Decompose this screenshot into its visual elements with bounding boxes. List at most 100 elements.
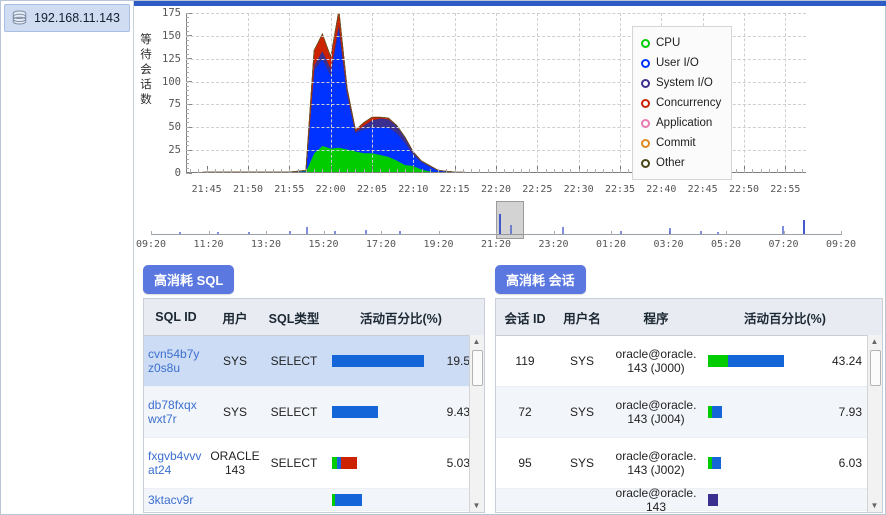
legend-label: Concurrency — [656, 97, 722, 109]
x-tick-label: 22:50 — [728, 184, 760, 195]
x-minor-tick — [438, 169, 440, 173]
y-tick-label: 175 — [162, 7, 181, 19]
table-row[interactable]: cvn54b7yz0s8u SYS SELECT 19.5 — [144, 336, 484, 387]
session-table-body: 119 SYS oracle@oracle.143 (J000) 43.24 72 SYS… — [496, 336, 882, 512]
legend-color-icon — [641, 98, 650, 108]
x-minor-tick — [446, 169, 448, 173]
navigator-tick — [323, 231, 325, 235]
table-row[interactable]: db78fxqxwxt7r SYS SELECT 9.43 — [144, 387, 484, 438]
x-minor-tick — [248, 169, 249, 173]
x-minor-tick — [289, 169, 291, 173]
sql-cell-activity: 19.5 — [326, 354, 476, 368]
sql-col-pct[interactable]: 活动百分比(%) — [326, 308, 476, 327]
table-row[interactable]: 95 SYS oracle@oracle.143 (J002) 6.03 — [496, 438, 882, 489]
x-minor-tick — [553, 169, 555, 173]
legend-item[interactable]: System I/O — [641, 73, 723, 93]
y-minor-tick — [186, 35, 189, 37]
y-minor-tick — [186, 99, 189, 101]
navigator-tick — [841, 231, 842, 235]
sql-col-user[interactable]: 用户 — [208, 308, 262, 327]
navigator-tick — [208, 231, 210, 235]
session-activity-pct: 43.24 — [831, 354, 862, 368]
x-minor-tick — [735, 169, 737, 173]
grid-line-v — [785, 13, 787, 173]
session-activity-bar — [708, 493, 718, 506]
legend-item[interactable]: User I/O — [641, 53, 723, 73]
legend-item[interactable]: CPU — [641, 33, 723, 53]
navigator-tick-label: 13:20 — [250, 239, 282, 250]
sql-cell-type: SELECT — [270, 354, 318, 368]
session-tab-button[interactable]: 高消耗 会话 — [495, 265, 586, 294]
y-minor-tick — [186, 158, 189, 160]
navigator-tick-label: 17:20 — [365, 239, 397, 250]
sql-table-panel: SQL ID 用户 SQL类型 活动百分比(%) cvn54b7yz0s8u SY… — [143, 298, 485, 513]
y-minor-tick — [186, 167, 189, 169]
legend-item[interactable]: Commit — [641, 133, 723, 153]
sql-activity-bar — [332, 406, 378, 418]
table-row[interactable]: fxgvb4vvvat24 ORACLE143 SELECT 5.03 — [144, 438, 484, 489]
sql-col-id[interactable]: SQL ID — [144, 310, 208, 324]
sql-table-scrollbar[interactable]: ▲ ▼ — [469, 335, 484, 512]
session-col-program[interactable]: 程序 — [610, 308, 702, 327]
time-range-navigator[interactable]: 09:20 11:20 13:20 15:20 17:20 19:20 21:20 23:20… — [136, 201, 884, 253]
sidebar-item-database[interactable]: 192.168.11.143 — [4, 4, 130, 32]
x-tick-label: 22:05 — [356, 184, 388, 195]
x-minor-tick — [628, 169, 630, 173]
x-minor-tick — [603, 169, 605, 173]
session-col-id[interactable]: 会话 ID — [496, 308, 554, 327]
navigator-activity-spike — [306, 227, 309, 234]
table-row[interactable]: oracle@oracle.143 — [496, 486, 882, 512]
legend-color-icon — [641, 138, 650, 148]
y-minor-tick — [186, 53, 189, 55]
navigator-plot[interactable]: 09:20 11:20 13:20 15:20 17:20 19:20 21:20 23:20… — [136, 201, 856, 250]
x-minor-tick — [537, 169, 539, 173]
sql-col-type[interactable]: SQL类型 — [262, 308, 326, 327]
session-scroll-thumb[interactable] — [870, 350, 881, 386]
navigator-tick-label: 11:20 — [193, 239, 224, 250]
x-minor-tick — [801, 169, 803, 173]
x-minor-tick — [504, 169, 506, 173]
sql-cell-type: SELECT — [270, 405, 318, 419]
table-row[interactable]: 3ktacv9r — [144, 489, 484, 511]
legend-item[interactable]: Concurrency — [641, 93, 723, 113]
scroll-up-icon[interactable]: ▲ — [470, 335, 483, 348]
sql-cell-activity: 5.03 — [326, 456, 476, 470]
sidebar-item-label: 192.168.11.143 — [34, 11, 120, 25]
navigator-tick-label: 03:20 — [653, 239, 684, 250]
x-tick-label: 22:55 — [770, 184, 801, 195]
session-col-pct[interactable]: 活动百分比(%) — [702, 308, 868, 327]
scroll-down-icon[interactable]: ▼ — [868, 499, 881, 512]
scroll-up-icon[interactable]: ▲ — [868, 335, 881, 348]
y-minor-tick — [186, 113, 189, 115]
y-minor-tick — [186, 12, 189, 14]
sql-tab-button[interactable]: 高消耗 SQL — [143, 265, 235, 294]
legend-item[interactable]: Other — [641, 153, 723, 173]
top-accent-strip — [134, 1, 886, 6]
sql-scroll-thumb[interactable] — [472, 350, 483, 386]
session-cell-user: SYS — [569, 405, 594, 419]
session-table-scrollbar[interactable]: ▲ ▼ — [867, 335, 882, 512]
y-minor-tick — [186, 71, 189, 73]
database-icon — [11, 10, 28, 26]
table-row[interactable]: 72 SYS oracle@oracle.143 (J004) 7.93 — [496, 387, 882, 438]
sql-table-header: SQL ID 用户 SQL类型 活动百分比(%) — [144, 299, 484, 336]
navigator-tick — [438, 231, 440, 235]
legend-color-icon — [641, 118, 650, 128]
legend-color-icon — [641, 158, 650, 168]
x-minor-tick — [380, 169, 382, 173]
navigator-tick — [553, 231, 555, 235]
sql-cell-activity: 9.43 — [326, 405, 476, 419]
table-row[interactable]: 119 SYS oracle@oracle.143 (J000) 43.24 — [496, 336, 882, 387]
y-tick-label: 75 — [168, 98, 181, 111]
session-activity-pct: 7.93 — [838, 405, 862, 419]
x-minor-tick — [198, 169, 200, 173]
session-col-user[interactable]: 用户名 — [554, 308, 610, 327]
session-table-header: 会话 ID 用户名 程序 活动百分比(%) — [496, 299, 882, 336]
sidebar: 192.168.11.143 — [1, 1, 134, 514]
x-minor-tick — [454, 169, 456, 173]
session-cell-sid: 119 — [515, 354, 535, 368]
legend-item[interactable]: Application — [641, 113, 723, 133]
y-tick-label: 50 — [168, 121, 181, 134]
y-minor-tick — [186, 126, 189, 128]
scroll-down-icon[interactable]: ▼ — [470, 499, 483, 512]
